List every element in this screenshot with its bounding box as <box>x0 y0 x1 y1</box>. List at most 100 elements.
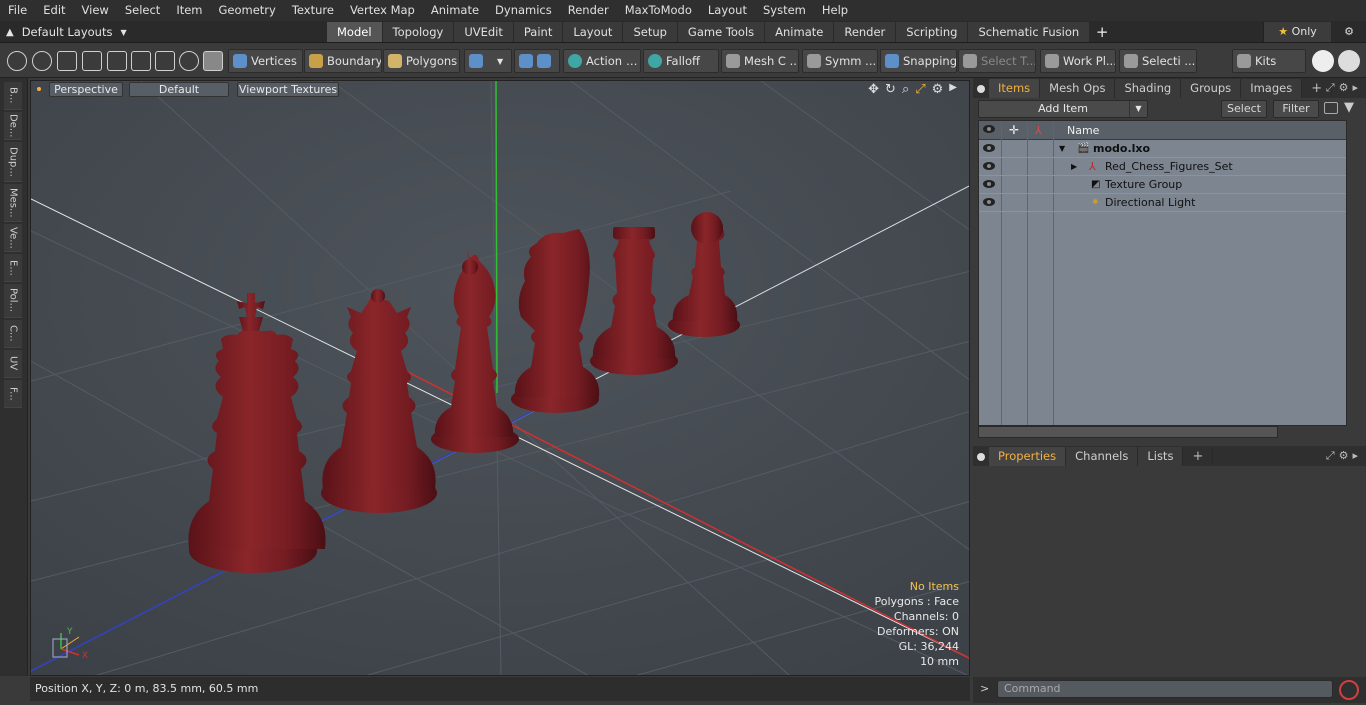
command-input[interactable]: Command <box>997 680 1333 698</box>
boundary-button[interactable]: Boundary <box>304 49 382 73</box>
viewport-gear-icon[interactable]: ⚙ <box>932 82 944 97</box>
menu-view[interactable]: View <box>74 0 117 21</box>
left-tab-fusion[interactable]: F... <box>4 380 22 408</box>
menu-system[interactable]: System <box>755 0 814 21</box>
gear-icon[interactable]: ⚙ <box>1338 22 1360 42</box>
mesh-constraint-button[interactable]: Mesh C ... <box>721 49 799 73</box>
select-through-button[interactable]: Select T... <box>958 49 1036 73</box>
collapse-icon[interactable] <box>1324 102 1338 114</box>
add-item-button[interactable]: Add Item ▼ <box>978 100 1148 118</box>
snapping-button[interactable]: Snapping <box>880 49 957 73</box>
circle-select-icon[interactable] <box>7 51 27 71</box>
panel-corner-icons[interactable]: ⤢⚙▸ <box>1326 449 1362 463</box>
only-toggle[interactable]: ★ Only <box>1263 22 1331 42</box>
tree-row-directional-light[interactable]: ✷ Directional Light <box>979 194 1346 212</box>
shading-dropdown[interactable]: Default <box>129 82 229 97</box>
tab-setup[interactable]: Setup <box>623 22 678 42</box>
left-tab-duplicate[interactable]: Dup... <box>4 142 22 182</box>
tab-images[interactable]: Images <box>1241 79 1303 98</box>
menu-layout[interactable]: Layout <box>700 0 755 21</box>
unity-icon[interactable] <box>1312 50 1334 72</box>
left-tab-polygon[interactable]: Pol... <box>4 284 22 318</box>
tab-paint[interactable]: Paint <box>513 22 564 42</box>
layouts-dropdown[interactable]: ▲ Default Layouts ▼ <box>6 23 127 41</box>
expand-arrow-icon[interactable]: ▶ <box>1071 158 1077 176</box>
unreal-icon[interactable] <box>1338 50 1360 72</box>
menu-select[interactable]: Select <box>117 0 168 21</box>
record-icon[interactable] <box>1339 680 1359 700</box>
tab-channels[interactable]: Channels <box>1066 447 1139 466</box>
zoom-icon[interactable]: ⌕ <box>902 82 909 97</box>
pen-icon[interactable] <box>57 51 77 71</box>
view-mode-dropdown[interactable]: Perspective <box>49 82 123 97</box>
menu-animate[interactable]: Animate <box>423 0 487 21</box>
tree-row-modo-lxo[interactable]: ▼ 🎬 modo.lxo <box>979 140 1346 158</box>
visibility-eye-icon[interactable] <box>983 198 995 206</box>
funnel-icon[interactable]: ▼ <box>1344 100 1354 115</box>
tab-mesh-ops[interactable]: Mesh Ops <box>1040 79 1116 98</box>
left-tab-edge[interactable]: E... <box>4 254 22 282</box>
falloff-button[interactable]: Falloff <box>643 49 719 73</box>
shield-icon[interactable] <box>203 51 223 71</box>
globe-icon[interactable] <box>32 51 52 71</box>
tree-row-texture-group[interactable]: ◩ Texture Group <box>979 176 1346 194</box>
left-tab-uv[interactable]: UV <box>4 350 22 378</box>
viewport-textures-button[interactable]: Viewport Textures <box>237 82 339 97</box>
viewport-dot-icon[interactable] <box>37 87 41 91</box>
tab-schematic-fusion[interactable]: Schematic Fusion <box>968 22 1091 42</box>
align-icon[interactable] <box>107 51 127 71</box>
menu-render[interactable]: Render <box>560 0 617 21</box>
menu-vertex-map[interactable]: Vertex Map <box>342 0 423 21</box>
work-plane-button[interactable]: Work Pl... <box>1040 49 1116 73</box>
panel-dot-icon[interactable] <box>977 85 985 93</box>
menu-edit[interactable]: Edit <box>35 0 73 21</box>
polygons-button[interactable]: Polygons <box>383 49 460 73</box>
menu-help[interactable]: Help <box>814 0 856 21</box>
tab-uvedit[interactable]: UVEdit <box>454 22 514 42</box>
left-tab-basic[interactable]: B... <box>4 82 22 110</box>
panel-dot-icon[interactable] <box>977 453 985 461</box>
tab-animate[interactable]: Animate <box>765 22 835 42</box>
selection-sets-button[interactable]: Selecti ... <box>1119 49 1197 73</box>
crosshair-icon[interactable] <box>131 51 151 71</box>
visibility-eye-icon[interactable] <box>983 144 995 152</box>
filter-button[interactable]: Filter <box>1273 100 1319 118</box>
tab-render[interactable]: Render <box>834 22 897 42</box>
tab-model[interactable]: Model <box>327 22 383 42</box>
name-column-header[interactable]: Name <box>1067 121 1099 140</box>
frame-icon[interactable] <box>155 51 175 71</box>
menu-item[interactable]: Item <box>168 0 210 21</box>
select-button[interactable]: Select <box>1221 100 1267 118</box>
left-tab-vertex[interactable]: Ve... <box>4 224 22 252</box>
tab-items[interactable]: Items <box>989 79 1041 98</box>
tab-scripting[interactable]: Scripting <box>896 22 969 42</box>
tree-horizontal-scrollbar[interactable] <box>978 426 1278 438</box>
menu-geometry[interactable]: Geometry <box>211 0 284 21</box>
menu-maxtomodo[interactable]: MaxToModo <box>617 0 700 21</box>
symmetry-mode-buttons[interactable] <box>514 49 560 73</box>
brush-icon[interactable] <box>82 51 102 71</box>
tab-layout[interactable]: Layout <box>563 22 624 42</box>
maximize-icon[interactable]: ⤢ <box>915 82 925 97</box>
left-tab-mesh-edit[interactable]: Mes... <box>4 184 22 222</box>
rotate-icon[interactable]: ↻ <box>885 82 896 97</box>
left-tab-curve[interactable]: C... <box>4 320 22 348</box>
menu-file[interactable]: File <box>0 0 35 21</box>
item-mode-dropdown[interactable]: ▼ <box>464 49 512 73</box>
menu-texture[interactable]: Texture <box>284 0 342 21</box>
tab-game-tools[interactable]: Game Tools <box>677 22 766 42</box>
tree-row-red-chess-figures-set[interactable]: ▶ ⅄ Red_Chess_Figures_Set <box>979 158 1346 176</box>
kits-button[interactable]: Kits <box>1232 49 1306 73</box>
tab-topology[interactable]: Topology <box>382 22 455 42</box>
vertices-button[interactable]: Vertices <box>228 49 303 73</box>
pan-icon[interactable]: ✥ <box>868 82 879 97</box>
symmetry-button[interactable]: Symm ... <box>802 49 878 73</box>
tab-shading[interactable]: Shading <box>1115 79 1182 98</box>
expand-arrow-icon[interactable]: ▼ <box>1059 140 1065 158</box>
visibility-eye-icon[interactable] <box>983 162 995 170</box>
tab-properties[interactable]: Properties <box>989 447 1067 466</box>
action-center-button[interactable]: Action … <box>563 49 641 73</box>
panel-corner-icons[interactable]: ⤢⚙▸ <box>1326 81 1362 95</box>
timer-icon[interactable] <box>179 51 199 71</box>
viewport-expand-icon[interactable]: ▶ <box>949 82 957 97</box>
